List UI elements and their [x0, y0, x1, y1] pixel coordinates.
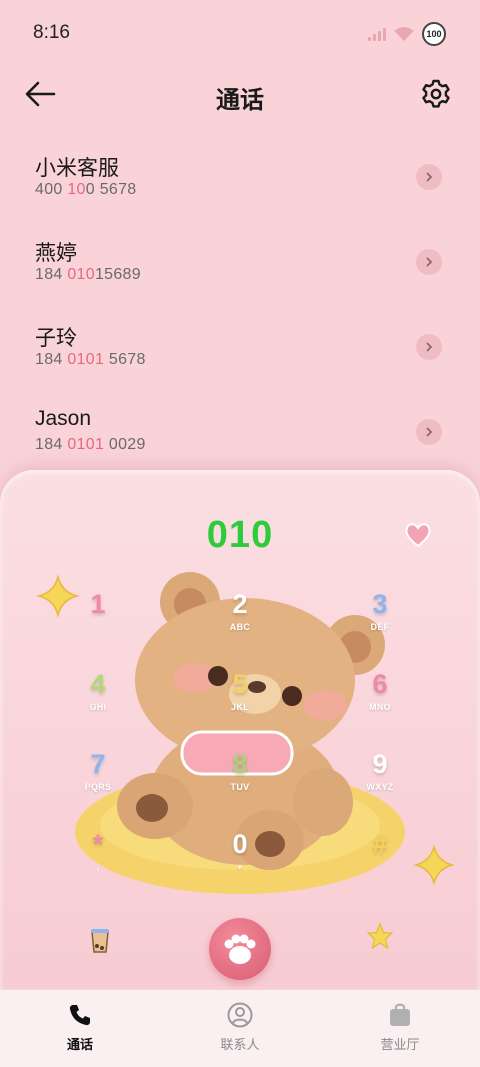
chevron-right-icon[interactable] [416, 249, 442, 275]
tab-label: 通话 [66, 1037, 93, 1052]
contact-name: Jason [35, 407, 92, 430]
battery-level: 100 [426, 29, 442, 39]
dialpad-key-hash[interactable]: # [340, 828, 420, 894]
bubble-tea-icon[interactable] [88, 924, 112, 954]
contacts-icon [227, 1002, 253, 1028]
tab-store[interactable]: 营业厅 [320, 990, 480, 1067]
dialpad-key-1[interactable]: 1 [58, 588, 138, 654]
battery-icon: 100 [422, 22, 446, 46]
star-icon[interactable] [366, 922, 394, 950]
header: 通话 [0, 66, 480, 126]
contact-number: 184 0101 0029 [35, 436, 146, 453]
dialpad-key-3[interactable]: 3 DEF [340, 588, 420, 654]
contact-number: 184 01015689 [35, 266, 141, 283]
status-time: 8:16 [33, 22, 70, 43]
chevron-right-icon[interactable] [416, 164, 442, 190]
paw-icon [224, 934, 256, 964]
signal-icon [368, 27, 386, 41]
phone-icon [69, 1005, 90, 1026]
dialpad-key-0[interactable]: 0 + [200, 828, 280, 894]
chevron-right-icon[interactable] [416, 419, 442, 445]
dialpad-key-star[interactable]: * , [58, 828, 138, 894]
status-bar: 8:16 100 [0, 0, 480, 66]
contact-name: 子玲 [35, 327, 77, 350]
contact-item[interactable]: 燕婷 184 01015689 [0, 211, 480, 296]
contact-name: 小米客服 [35, 157, 119, 180]
contact-number: 400 100 5678 [35, 181, 137, 198]
page-title: 通话 [216, 87, 264, 114]
tab-calls[interactable]: 通话 [0, 990, 160, 1067]
settings-gear-icon[interactable] [420, 78, 452, 110]
call-action-row [0, 910, 480, 988]
dialpad-key-9[interactable]: 9 WXYZ [340, 748, 420, 814]
recent-contacts-list: 小米客服 400 100 5678 燕婷 184 01015689 子玲 184… [0, 126, 480, 466]
call-button[interactable] [209, 918, 271, 980]
contact-number: 184 0101 5678 [35, 351, 146, 368]
contact-name: 燕婷 [35, 242, 77, 265]
tab-contacts[interactable]: 联系人 [160, 990, 320, 1067]
dialpad-key-5[interactable]: 5 JKL [200, 668, 280, 734]
chevron-right-icon[interactable] [416, 334, 442, 360]
dialpad-key-2[interactable]: 2 ABC [200, 588, 280, 654]
tab-label: 联系人 [220, 1037, 260, 1052]
dialpad-key-8[interactable]: 8 TUV [200, 748, 280, 814]
contact-item[interactable]: Jason 184 0101 0029 [0, 381, 480, 466]
dialpad-key-4[interactable]: 4 GHI [58, 668, 138, 734]
tab-label: 营业厅 [380, 1037, 420, 1052]
contact-item[interactable]: 小米客服 400 100 5678 [0, 126, 480, 211]
store-icon [390, 1003, 410, 1026]
dialpad-key-7[interactable]: 7 PQRS [58, 748, 138, 814]
heart-sticker-icon [405, 523, 431, 548]
bottom-navigation: 通话 联系人 营业厅 [0, 990, 480, 1067]
wifi-icon [394, 27, 414, 41]
status-icons: 100 [368, 22, 446, 46]
dialpad-key-6[interactable]: 6 MNO [340, 668, 420, 734]
contact-item[interactable]: 子玲 184 0101 5678 [0, 296, 480, 381]
